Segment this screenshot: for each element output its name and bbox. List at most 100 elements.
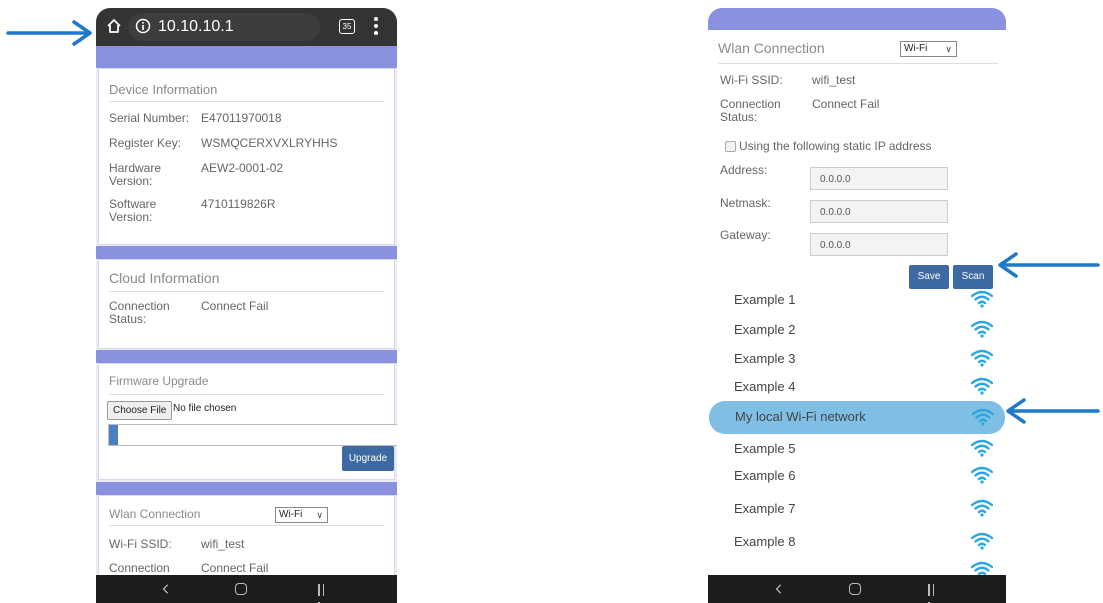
arrow-to-selected-network [1006, 398, 1100, 424]
progress-fill [109, 425, 118, 445]
wifi-network-item[interactable]: Example 1 [708, 286, 1006, 314]
wifi-network-selected[interactable]: My local Wi-Fi network [709, 401, 1005, 434]
divider [109, 394, 384, 395]
network-name: Example 6 [734, 468, 796, 483]
wifi-signal-icon [971, 439, 993, 457]
back-icon[interactable] [161, 584, 171, 594]
connection-value-left: Connect Fail [201, 561, 269, 575]
wlan-mode-select-right[interactable]: Wi-Fi ∨ [900, 41, 957, 57]
wifi-signal-icon [971, 290, 993, 308]
wifi-signal-icon [971, 499, 993, 517]
cloud-info-card: Cloud Information Connection Status: Con… [98, 259, 395, 349]
chevron-down-icon: ∨ [945, 44, 952, 54]
divider [718, 63, 998, 64]
ssid-label-left: Wi-Fi SSID: [109, 537, 172, 551]
recents-icon[interactable] [318, 583, 328, 603]
home-icon[interactable] [106, 18, 122, 34]
cloud-info-title: Cloud Information [109, 270, 220, 286]
arrow-to-scan-button [998, 252, 1100, 278]
wlan-mode-select-left[interactable]: Wi-Fi ∨ [275, 507, 328, 523]
wlan-mode-value: Wi-Fi [904, 43, 928, 54]
section-band [96, 350, 397, 363]
network-name: Example 8 [734, 534, 796, 549]
static-ip-label: Using the following static IP address [739, 139, 932, 153]
wifi-network-item[interactable]: Example 3 [708, 345, 1006, 373]
menu-icon[interactable] [374, 17, 378, 38]
device-info-title: Device Information [109, 82, 218, 97]
section-band [96, 46, 397, 68]
wifi-network-item[interactable]: Example 4 [708, 373, 1006, 401]
wifi-signal-icon [971, 466, 993, 484]
serial-number-value: E47011970018 [201, 111, 282, 125]
netmask-label: Netmask: [720, 196, 771, 210]
divider [109, 525, 384, 526]
wifi-network-item[interactable]: Example 7 [708, 495, 1006, 523]
wifi-signal-icon [971, 349, 993, 367]
wlan-mode-value: Wi-Fi [279, 509, 303, 520]
wlan-card-left: Wlan Connection Wi-Fi ∨ Wi-Fi SSID: wifi… [98, 495, 395, 587]
wifi-signal-icon [972, 408, 994, 426]
phone-screen-right: Wlan Connection Wi-Fi ∨ Wi-Fi SSID: wifi… [708, 8, 1006, 603]
wifi-network-item[interactable]: Example 5 [708, 435, 1006, 463]
phone-screen-left: 10.10.10.1 35 Device Information Serial … [96, 8, 397, 603]
netmask-input[interactable]: 0.0.0.0 [810, 200, 948, 223]
network-name: My local Wi-Fi network [735, 409, 866, 424]
network-name: Example 7 [734, 501, 796, 516]
hardware-version-label: Hardware Version: [109, 161, 162, 188]
section-band [708, 8, 1006, 30]
wifi-network-item[interactable]: Example 2 [708, 316, 1006, 344]
back-icon[interactable] [774, 584, 784, 594]
network-name: Example 4 [734, 379, 796, 394]
browser-toolbar: 10.10.10.1 35 [96, 8, 397, 46]
upgrade-button[interactable]: Upgrade [342, 446, 394, 471]
gateway-input[interactable]: 0.0.0.0 [810, 233, 948, 256]
ssid-value-left: wifi_test [201, 537, 245, 551]
wifi-network-item[interactable]: Example 8 [708, 528, 1006, 556]
upgrade-progress-bar [108, 424, 397, 446]
cloud-connection-label: Connection Status: [109, 299, 170, 326]
divider [109, 291, 384, 292]
wifi-signal-icon [971, 320, 993, 338]
no-file-text: No file chosen [173, 403, 237, 414]
software-version-value: 4710119826R [201, 197, 276, 211]
android-nav-bar [708, 575, 1006, 603]
divider [109, 101, 384, 102]
address-input[interactable]: 0.0.0.0 [810, 167, 948, 190]
info-icon[interactable] [135, 18, 151, 34]
network-name: Example 2 [734, 322, 796, 337]
section-band [96, 246, 397, 259]
tabs-count-icon[interactable]: 35 [339, 19, 355, 34]
wlan-title-left: Wlan Connection [109, 507, 201, 521]
connection-label-left: Connection [109, 561, 170, 575]
wifi-signal-icon [971, 377, 993, 395]
home-button-icon[interactable] [235, 583, 247, 595]
software-version-label: Software Version: [109, 197, 157, 224]
choose-file-button[interactable]: Choose File [107, 401, 173, 420]
connection-value-right: Connect Fail [812, 97, 880, 111]
wifi-signal-icon [971, 532, 993, 550]
recents-icon[interactable] [928, 583, 938, 603]
section-band [96, 482, 397, 495]
android-nav-bar [96, 575, 397, 603]
register-key-value: WSMQCERXVXLRYHHS [201, 136, 338, 150]
home-button-icon[interactable] [849, 583, 861, 595]
firmware-title: Firmware Upgrade [109, 374, 209, 388]
wifi-network-item[interactable]: Example 6 [708, 462, 1006, 490]
gateway-label: Gateway: [720, 228, 771, 242]
ssid-value-right: wifi_test [812, 73, 856, 87]
address-label: Address: [720, 163, 768, 177]
chevron-down-icon: ∨ [316, 510, 323, 520]
network-name: Example 1 [734, 292, 796, 307]
static-ip-checkbox[interactable] [725, 141, 736, 152]
wlan-title-right: Wlan Connection [718, 40, 825, 56]
register-key-label: Register Key: [109, 136, 182, 150]
ssid-label-right: Wi-Fi SSID: [720, 73, 783, 87]
connection-label-right: Connection Status: [720, 97, 781, 124]
serial-number-label: Serial Number: [109, 111, 190, 125]
network-name: Example 3 [734, 351, 796, 366]
url-text[interactable]: 10.10.10.1 [158, 18, 234, 36]
device-info-card: Device Information Serial Number: E47011… [98, 68, 395, 245]
cloud-connection-value: Connect Fail [201, 299, 269, 313]
hardware-version-value: AEW2-0001-02 [201, 161, 284, 175]
network-name: Example 5 [734, 441, 796, 456]
